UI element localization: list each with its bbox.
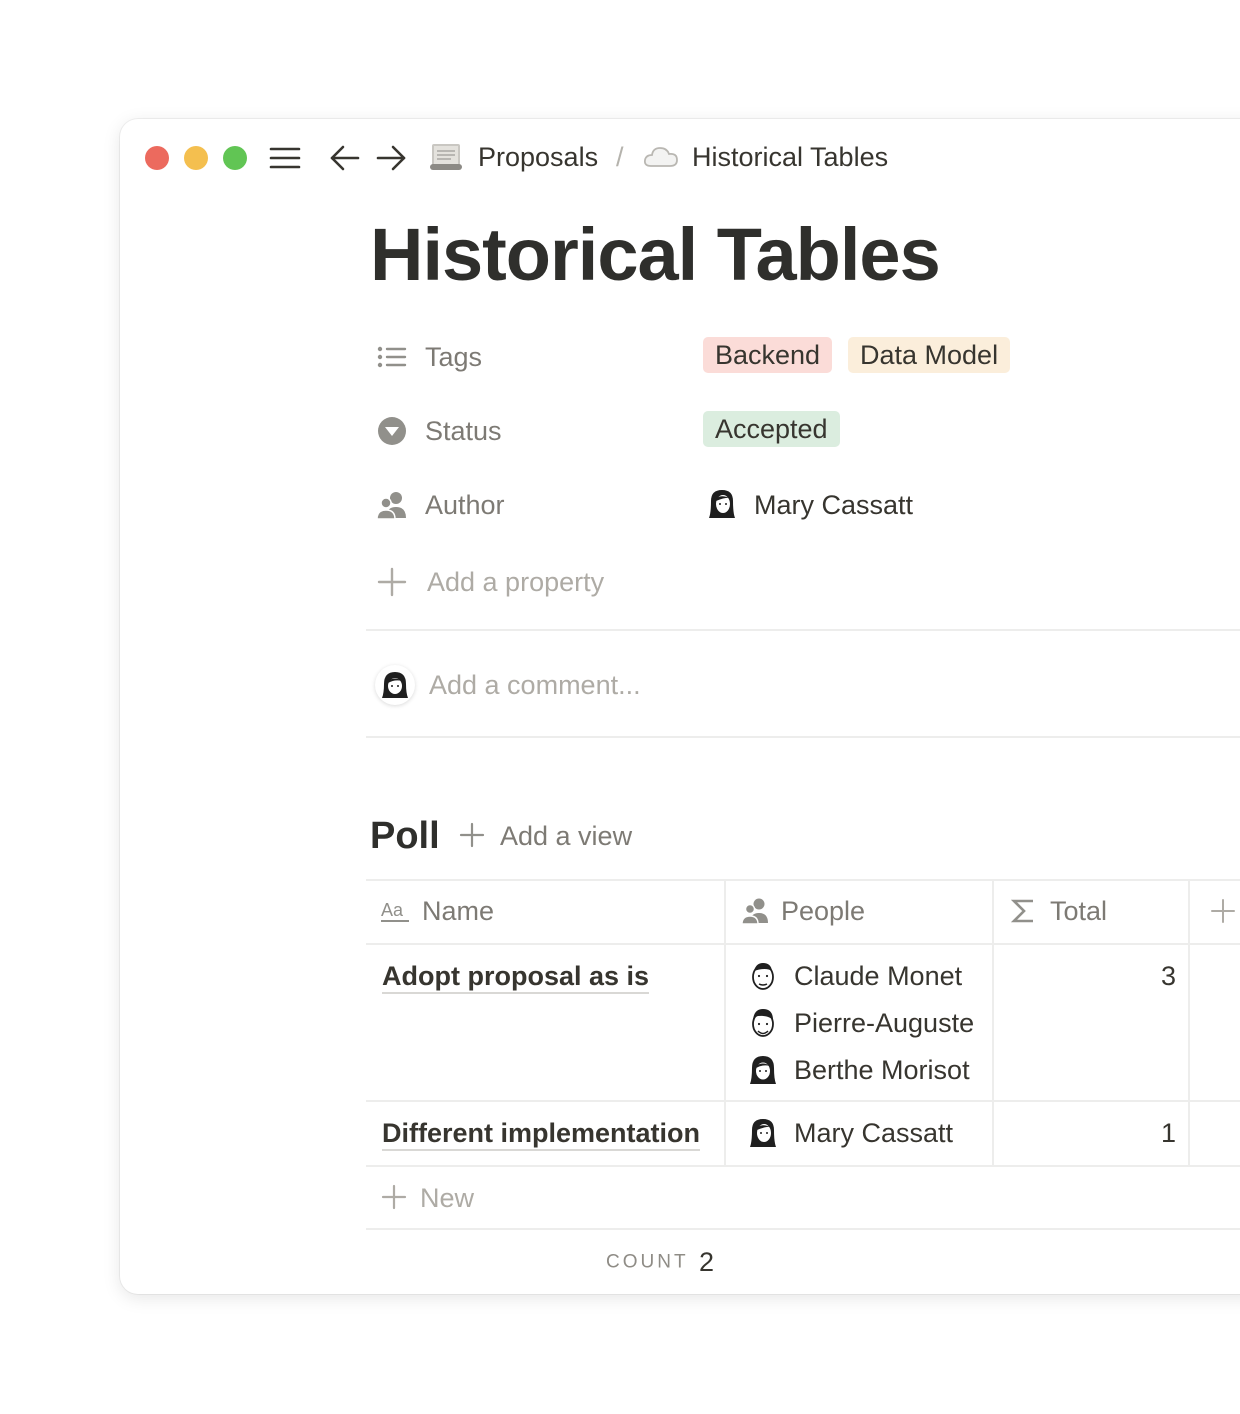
property-label-tags: Tags xyxy=(425,342,483,372)
minimize-window-button[interactable] xyxy=(184,146,208,170)
count-summary[interactable]: COUNT 2 xyxy=(606,1247,714,1278)
column-divider xyxy=(1188,879,1190,1166)
status-icon xyxy=(375,414,409,448)
add-view-label: Add a view xyxy=(500,821,633,851)
table-border xyxy=(366,1100,1240,1102)
menu-icon[interactable] xyxy=(268,141,302,175)
count-label: COUNT xyxy=(606,1251,689,1273)
avatar xyxy=(746,1006,780,1040)
app-window: Proposals / Historical Tables Historical… xyxy=(120,119,1240,1294)
status-badge[interactable]: Accepted xyxy=(703,411,840,447)
plus-icon xyxy=(458,821,486,849)
svg-text:Aa: Aa xyxy=(381,900,404,920)
add-column-plus-icon[interactable] xyxy=(1208,896,1238,926)
avatar xyxy=(746,1116,780,1150)
add-property-label: Add a property xyxy=(427,567,605,597)
person-icon xyxy=(740,896,770,926)
row-name-cell[interactable]: Different implementation xyxy=(382,1117,701,1151)
add-property-button[interactable]: Add a property xyxy=(375,562,1235,602)
column-header-name[interactable]: Aa Name xyxy=(366,879,724,943)
author-name[interactable]: Mary Cassatt xyxy=(754,489,913,521)
count-value: 2 xyxy=(699,1247,715,1277)
divider xyxy=(366,736,1240,738)
column-label: Name xyxy=(422,896,495,926)
person-icon xyxy=(375,488,409,522)
plus-icon xyxy=(375,565,409,599)
avatar xyxy=(746,959,780,993)
person-name: Mary Cassatt xyxy=(794,1118,954,1148)
close-window-button[interactable] xyxy=(145,146,169,170)
person-name: Claude Monet xyxy=(794,961,963,991)
avatar xyxy=(746,1053,780,1087)
table-border xyxy=(366,1228,1240,1230)
cloud-icon xyxy=(642,140,680,174)
total-value[interactable]: 1 xyxy=(1116,1117,1176,1149)
tag-data-model[interactable]: Data Model xyxy=(848,337,1011,373)
forward-arrow-icon[interactable] xyxy=(374,141,408,175)
divider xyxy=(366,629,1240,631)
column-header-total[interactable]: Total xyxy=(994,879,1188,943)
table-border xyxy=(366,943,1240,945)
avatar xyxy=(375,665,415,705)
column-label: People xyxy=(781,896,866,926)
property-label-author: Author xyxy=(425,490,505,520)
back-arrow-icon[interactable] xyxy=(328,141,362,175)
property-author[interactable]: Author Mary Cassatt xyxy=(375,485,1235,525)
title-bar: Proposals / Historical Tables xyxy=(120,119,1240,195)
person-name: Berthe Morisot xyxy=(794,1055,970,1085)
tag-backend[interactable]: Backend xyxy=(703,337,833,373)
list-icon xyxy=(375,340,409,374)
column-header-people[interactable]: People xyxy=(726,879,992,943)
person-name: Pierre-Auguste xyxy=(794,1008,975,1038)
row-name-cell[interactable]: Adopt proposal as is xyxy=(382,960,650,994)
page-title[interactable]: Historical Tables xyxy=(370,211,941,299)
property-tags[interactable]: Tags Backend Data Model xyxy=(375,337,1235,377)
plus-icon xyxy=(380,1183,408,1211)
column-label: Total xyxy=(1050,896,1108,926)
breadcrumb-proposals[interactable]: Proposals xyxy=(478,141,598,173)
property-label-status: Status xyxy=(425,416,502,446)
new-row-label: New xyxy=(420,1183,475,1213)
avatar xyxy=(705,487,739,521)
property-status[interactable]: Status Accepted xyxy=(375,411,1235,451)
text-aa-icon: Aa xyxy=(380,896,410,926)
breadcrumb-separator: / xyxy=(616,142,624,172)
breadcrumb-historical-tables[interactable]: Historical Tables xyxy=(692,141,888,173)
poll-title: Poll xyxy=(370,815,440,857)
sigma-icon xyxy=(1008,896,1038,926)
zoom-window-button[interactable] xyxy=(223,146,247,170)
total-value[interactable]: 3 xyxy=(1116,960,1176,992)
scroll-icon xyxy=(428,140,464,174)
table-border xyxy=(366,1165,1240,1167)
comment-input[interactable]: Add a comment... xyxy=(429,669,641,701)
